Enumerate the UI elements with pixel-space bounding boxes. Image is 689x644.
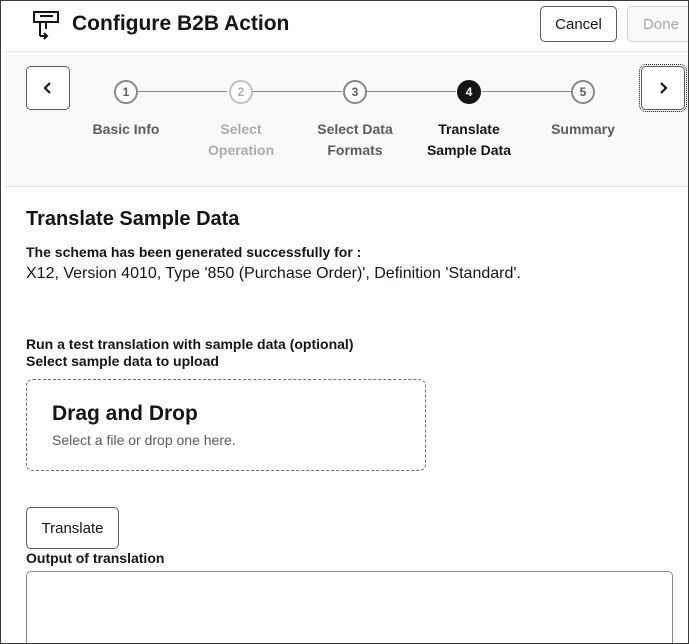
file-dropzone[interactable]: Drag and Drop Select a file or drop one …	[26, 379, 426, 471]
previous-step-button[interactable]	[26, 66, 70, 110]
step-connector	[482, 91, 571, 92]
step-5-indicator[interactable]: 5	[571, 80, 595, 104]
dialog-title: Configure B2B Action	[72, 12, 290, 35]
step-4-indicator[interactable]: 4	[457, 80, 481, 104]
step-1-label[interactable]: Basic Info	[71, 119, 181, 140]
cancel-button[interactable]: Cancel	[540, 6, 617, 42]
translation-output-field[interactable]	[26, 571, 673, 643]
step-3-indicator[interactable]: 3	[343, 80, 367, 104]
integration-flow-icon	[33, 11, 59, 40]
test-translation-label: Run a test translation with sample data …	[26, 336, 354, 352]
section-title: Translate Sample Data	[26, 208, 240, 230]
done-button[interactable]: Done	[627, 6, 688, 42]
step-5-label[interactable]: Summary	[528, 119, 638, 140]
dropzone-hint: Select a file or drop one here.	[52, 432, 236, 448]
step-3-label[interactable]: Select Data Formats	[300, 119, 410, 161]
output-label: Output of translation	[26, 550, 165, 566]
schema-status-label: The schema has been generated successful…	[26, 244, 362, 260]
next-step-button[interactable]	[639, 64, 687, 112]
schema-definition-text: X12, Version 4010, Type '850 (Purchase O…	[26, 265, 521, 282]
step-2-label: Select Operation	[208, 121, 275, 158]
upload-label: Select sample data to upload	[26, 353, 219, 369]
step-connector	[138, 91, 227, 92]
dialog-header: Configure B2B Action Cancel Done	[1, 1, 688, 51]
step-connector	[253, 91, 342, 92]
step-2-indicator: 2	[229, 80, 253, 104]
dialog-frame: Configure B2B Action Cancel Done 1 2 3 4…	[0, 0, 689, 644]
chevron-left-icon	[43, 82, 51, 94]
step-connector	[367, 91, 456, 92]
translate-button[interactable]: Translate	[26, 507, 119, 549]
chevron-right-icon	[660, 82, 668, 94]
dropzone-title: Drag and Drop	[52, 402, 198, 425]
step-train: 1 2 3 4 5 Basic Info Select Operation Se…	[5, 51, 688, 187]
step-4-label[interactable]: Translate Sample Data	[414, 119, 524, 161]
step-1-indicator[interactable]: 1	[114, 80, 138, 104]
